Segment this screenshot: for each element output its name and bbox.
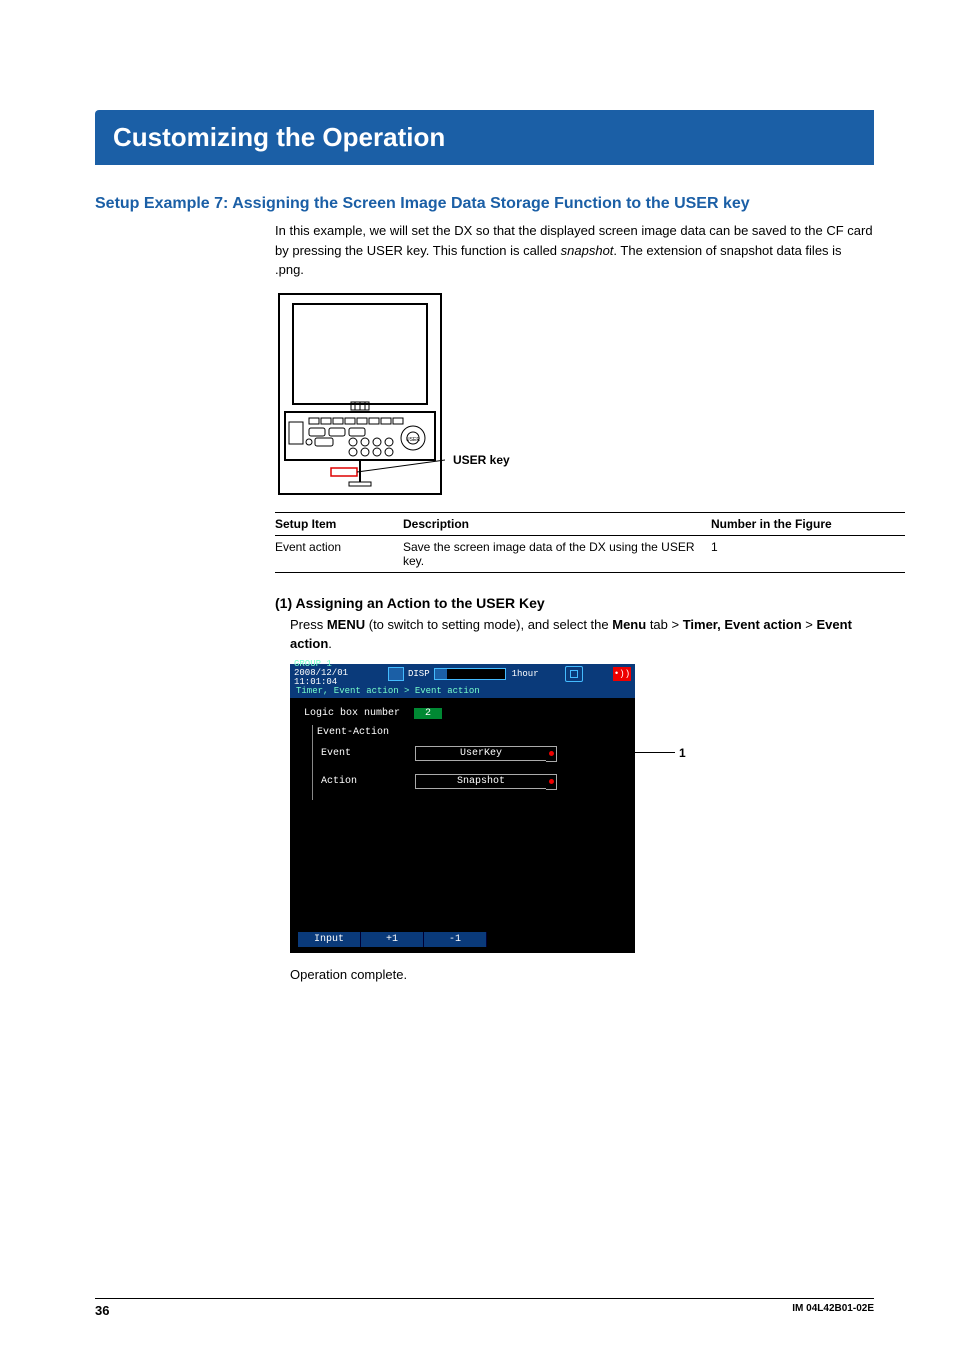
- th-description: Description: [403, 512, 711, 535]
- page-footer: 36 IM 04L42B01-02E: [95, 1298, 874, 1318]
- section-heading: Setup Example 7: Assigning the Screen Im…: [95, 193, 874, 215]
- progress-bar: [434, 668, 506, 680]
- doc-code: IM 04L42B01-02E: [792, 1303, 874, 1318]
- event-label: Event: [321, 748, 415, 759]
- action-label: Action: [321, 776, 415, 787]
- action-value[interactable]: Snapshot: [415, 774, 546, 789]
- callout-1: 1: [679, 746, 686, 760]
- device-screenshot: GROUP 1 2008/12/01 11:01:04 DISP 1hour •…: [290, 664, 635, 953]
- td-desc: Save the screen image data of the DX usi…: [403, 535, 711, 572]
- hour-label: 1hour: [512, 669, 539, 679]
- event-action-legend: Event-Action: [317, 727, 395, 738]
- th-number: Number in the Figure: [711, 512, 905, 535]
- event-value[interactable]: UserKey: [415, 746, 546, 761]
- chapter-title: Customizing the Operation: [95, 110, 874, 165]
- logic-box-value[interactable]: 2: [414, 708, 442, 719]
- input-button[interactable]: Input: [298, 932, 361, 947]
- setup-table: Setup Item Description Number in the Fig…: [275, 512, 905, 573]
- step-heading: (1) Assigning an Action to the USER Key: [275, 595, 874, 611]
- th-setup-item: Setup Item: [275, 512, 403, 535]
- stop-icon: [565, 666, 583, 682]
- plus1-button[interactable]: +1: [361, 932, 424, 947]
- callout-leader-line: [631, 752, 675, 753]
- page-number: 36: [95, 1303, 109, 1318]
- logic-box-label: Logic box number: [304, 708, 414, 719]
- device-illustration: USER: [275, 290, 445, 500]
- event-indicator-icon: [546, 746, 557, 762]
- user-key-callout: USER key: [453, 453, 510, 467]
- operation-complete: Operation complete.: [290, 967, 874, 982]
- td-num: 1: [711, 535, 905, 572]
- svg-text:USER: USER: [406, 437, 420, 443]
- intro-paragraph: In this example, we will set the DX so t…: [275, 221, 874, 280]
- step-body: Press MENU (to switch to setting mode), …: [290, 615, 874, 654]
- screen-timestamp: 2008/12/01 11:01:04: [294, 669, 388, 687]
- table-row: Event action Save the screen image data …: [275, 535, 905, 572]
- disp-label: DISP: [408, 669, 430, 679]
- td-item: Event action: [275, 535, 403, 572]
- screen-breadcrumb: Timer, Event action > Event action: [290, 684, 635, 698]
- disp-icon: [388, 667, 404, 681]
- screen-header: GROUP 1 2008/12/01 11:01:04 DISP 1hour •…: [290, 664, 635, 684]
- action-indicator-icon: [546, 774, 557, 790]
- alarm-icon: •)): [613, 667, 631, 681]
- minus1-button[interactable]: -1: [424, 932, 487, 947]
